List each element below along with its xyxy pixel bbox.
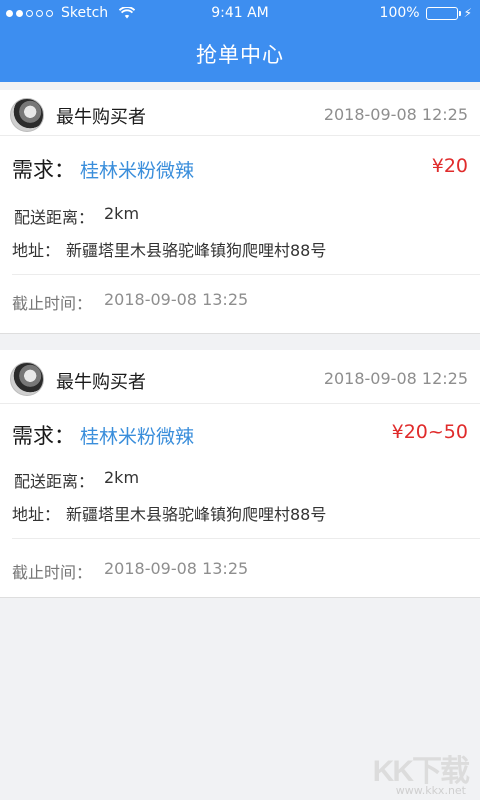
buyer-name: 最牛购买者 (56, 107, 146, 128)
posted-time: 2018-09-08 12:25 (323, 105, 468, 124)
watermark: KK下载 www.kkx.net (358, 746, 470, 797)
divider (12, 274, 480, 275)
nav-bar: 抢单中心 (0, 26, 480, 82)
distance-label: 配送距离： (14, 208, 95, 227)
avatar[interactable] (10, 362, 44, 396)
battery-percent: 100% (379, 5, 420, 21)
deadline-label: 截止时间： (12, 294, 93, 313)
page-title: 抢单中心 (196, 43, 284, 67)
distance-value: 2km (104, 204, 140, 223)
posted-time: 2018-09-08 12:25 (323, 369, 468, 388)
address-label: 地址： (12, 241, 61, 260)
watermark-url: www.kkx.net (395, 784, 466, 797)
demand-label: 需求： (12, 424, 75, 448)
battery-indicator: 100% ⚡ (380, 5, 472, 21)
deadline-label: 截止时间： (12, 563, 93, 582)
price: ¥20~50 (391, 421, 468, 443)
address-value: 新疆塔里木县骆驼峰镇狗爬哩村88号 (66, 505, 327, 524)
deadline-value: 2018-09-08 13:25 (104, 559, 249, 578)
order-header: 最牛购买者 2018-09-08 12:25 (0, 90, 480, 136)
demand-value: 桂林米粉微辣 (80, 160, 195, 182)
demand-label: 需求： (12, 158, 75, 182)
deadline-value: 2018-09-08 13:25 (104, 290, 249, 309)
address-value: 新疆塔里木县骆驼峰镇狗爬哩村88号 (66, 241, 327, 260)
distance-label: 配送距离： (14, 472, 95, 491)
demand-value: 桂林米粉微辣 (80, 426, 195, 448)
status-bar: Sketch 9:41 AM 100% ⚡ (0, 0, 480, 26)
address-label: 地址： (12, 505, 61, 524)
divider (12, 538, 480, 539)
order-card[interactable]: 最牛购买者 2018-09-08 12:25 需求： 桂林米粉微辣 ¥20~50… (0, 350, 480, 598)
buyer-name: 最牛购买者 (56, 372, 146, 393)
price: ¥20 (431, 155, 468, 177)
order-card[interactable]: 最牛购买者 2018-09-08 12:25 需求： 桂林米粉微辣 ¥20 配送… (0, 90, 480, 334)
order-header: 最牛购买者 2018-09-08 12:25 (0, 350, 480, 404)
battery-icon (425, 6, 461, 20)
distance-value: 2km (104, 468, 140, 487)
avatar[interactable] (10, 98, 44, 132)
charging-bolt-icon: ⚡ (463, 6, 472, 20)
